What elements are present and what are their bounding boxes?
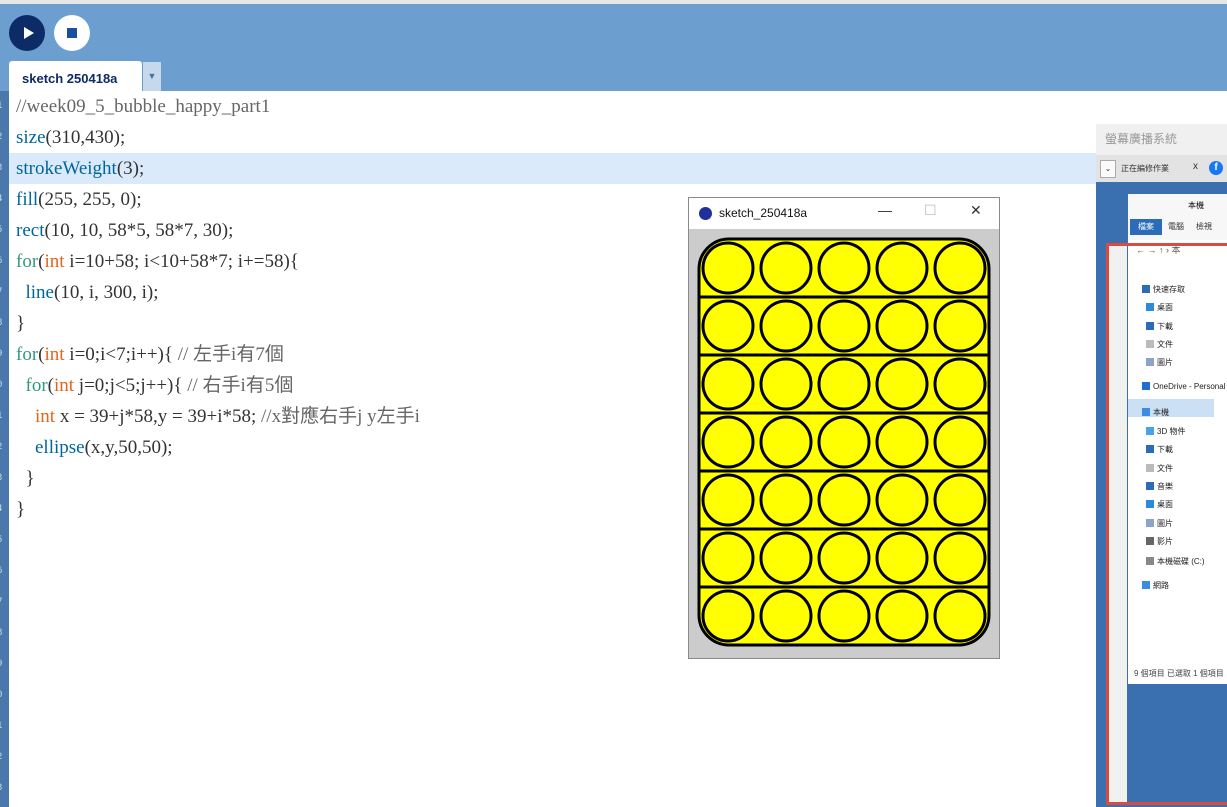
bubble — [875, 531, 929, 585]
code-line[interactable]: } — [16, 308, 25, 339]
chevron-down-icon[interactable]: ⌄ — [1100, 160, 1116, 178]
bubble — [875, 415, 929, 469]
bubble — [875, 357, 929, 411]
browser-tabbar: ⌄ 正在編修作業 x f — [1096, 155, 1227, 182]
line-number: 5 — [0, 525, 9, 556]
code-line[interactable]: } — [16, 463, 35, 494]
bubble — [701, 473, 755, 527]
ide-toolbar: sketch 250418a ▼ — [0, 0, 1227, 95]
line-number: 2 — [0, 432, 9, 463]
line-number: 6 — [0, 246, 9, 277]
bubble — [875, 241, 929, 295]
line-number: 3 — [0, 773, 9, 804]
explorer-title: 本機 — [1188, 201, 1204, 210]
bubble — [701, 531, 755, 585]
line-number: 7 — [0, 587, 9, 618]
line-number: 5 — [0, 215, 9, 246]
bubble — [759, 241, 813, 295]
line-number: 9 — [0, 649, 9, 680]
line-number: 8 — [0, 618, 9, 649]
bubble — [933, 473, 987, 527]
line-number: 3 — [0, 463, 9, 494]
bubble — [701, 589, 755, 643]
line-number: 4 — [0, 184, 9, 215]
current-line-highlight — [9, 153, 1096, 184]
line-number-gutter: 12345678901234567890123 — [0, 91, 9, 807]
code-line[interactable]: for(int i=0;i<7;i++){ // 左手i有7個 — [16, 339, 284, 370]
sketch-titlebar[interactable]: sketch_250418a — ☐ ✕ — [689, 198, 999, 229]
bubble — [759, 589, 813, 643]
bubble — [933, 241, 987, 295]
bubble — [933, 531, 987, 585]
code-line[interactable]: //week09_5_bubble_happy_part1 — [16, 91, 270, 122]
sketch-window-title: sketch_250418a — [719, 206, 808, 220]
line-number: 6 — [0, 556, 9, 587]
bubble — [933, 299, 987, 353]
line-number: 1 — [0, 401, 9, 432]
line-number: 2 — [0, 742, 9, 773]
ribbon-tab-computer[interactable]: 電腦 — [1168, 221, 1184, 232]
highlight-frame — [1106, 243, 1227, 805]
run-button[interactable] — [9, 15, 45, 51]
bubble — [933, 589, 987, 643]
bubble — [817, 299, 871, 353]
bubble — [817, 415, 871, 469]
broadcast-title: 螢幕廣播系統 — [1105, 132, 1178, 146]
bubble — [759, 357, 813, 411]
bubble — [759, 531, 813, 585]
line-number: 1 — [0, 711, 9, 742]
bubble — [759, 299, 813, 353]
line-number: 0 — [0, 370, 9, 401]
sketch-window[interactable]: sketch_250418a — ☐ ✕ — [688, 197, 1000, 659]
tab-sketch[interactable]: sketch 250418a — [9, 61, 142, 95]
close-tab-icon[interactable]: x — [1193, 161, 1198, 172]
bubble — [759, 473, 813, 527]
stop-button[interactable] — [54, 15, 90, 51]
bubble — [817, 531, 871, 585]
ribbon-tab-view[interactable]: 檢視 — [1196, 221, 1212, 232]
line-number: 4 — [0, 494, 9, 525]
bubble — [701, 357, 755, 411]
bubble — [875, 473, 929, 527]
code-line[interactable]: for(int i=10+58; i<10+58*7; i+=58){ — [16, 246, 299, 277]
line-number: 1 — [0, 91, 9, 122]
code-line[interactable]: int x = 39+j*58,y = 39+i*58; //x對應右手j y左… — [16, 401, 420, 432]
line-number: 7 — [0, 277, 9, 308]
bubble — [817, 589, 871, 643]
facebook-icon[interactable]: f — [1209, 161, 1223, 175]
bubble — [817, 473, 871, 527]
code-line[interactable]: for(int j=0;j<5;j++){ // 右手i有5個 — [16, 370, 294, 401]
bubble — [817, 357, 871, 411]
code-line[interactable]: size(310,430); — [16, 122, 125, 153]
line-number: 2 — [0, 122, 9, 153]
bubble — [817, 241, 871, 295]
bubble — [933, 415, 987, 469]
tab-menu-icon[interactable]: ▼ — [143, 62, 161, 91]
bubble — [701, 299, 755, 353]
line-number: 0 — [0, 680, 9, 711]
line-number: 3 — [0, 153, 9, 184]
code-line[interactable]: } — [16, 494, 25, 525]
close-button[interactable]: ✕ — [970, 202, 982, 219]
code-line[interactable]: ellipse(x,y,50,50); — [16, 432, 173, 463]
ribbon-tab-file[interactable]: 檔案 — [1130, 219, 1162, 235]
explorer-ribbon: 本機 檔案 電腦 檢視 — [1128, 194, 1227, 240]
bubble — [875, 589, 929, 643]
line-number: 8 — [0, 308, 9, 339]
code-line[interactable]: strokeWeight(3); — [16, 153, 144, 184]
code-line[interactable]: line(10, i, 300, i); — [16, 277, 159, 308]
maximize-button[interactable]: ☐ — [924, 202, 937, 219]
code-line[interactable]: fill(255, 255, 0); — [16, 184, 142, 215]
bubble — [875, 299, 929, 353]
processing-app-icon — [699, 207, 712, 220]
bubble — [759, 415, 813, 469]
bubble — [933, 357, 987, 411]
bubble — [701, 415, 755, 469]
browser-tab-label[interactable]: 正在編修作業 — [1121, 163, 1169, 174]
code-line[interactable]: rect(10, 10, 58*5, 58*7, 30); — [16, 215, 233, 246]
bubble — [701, 241, 755, 295]
minimize-button[interactable]: — — [878, 202, 892, 218]
sketch-canvas — [697, 237, 991, 647]
line-number: 9 — [0, 339, 9, 370]
